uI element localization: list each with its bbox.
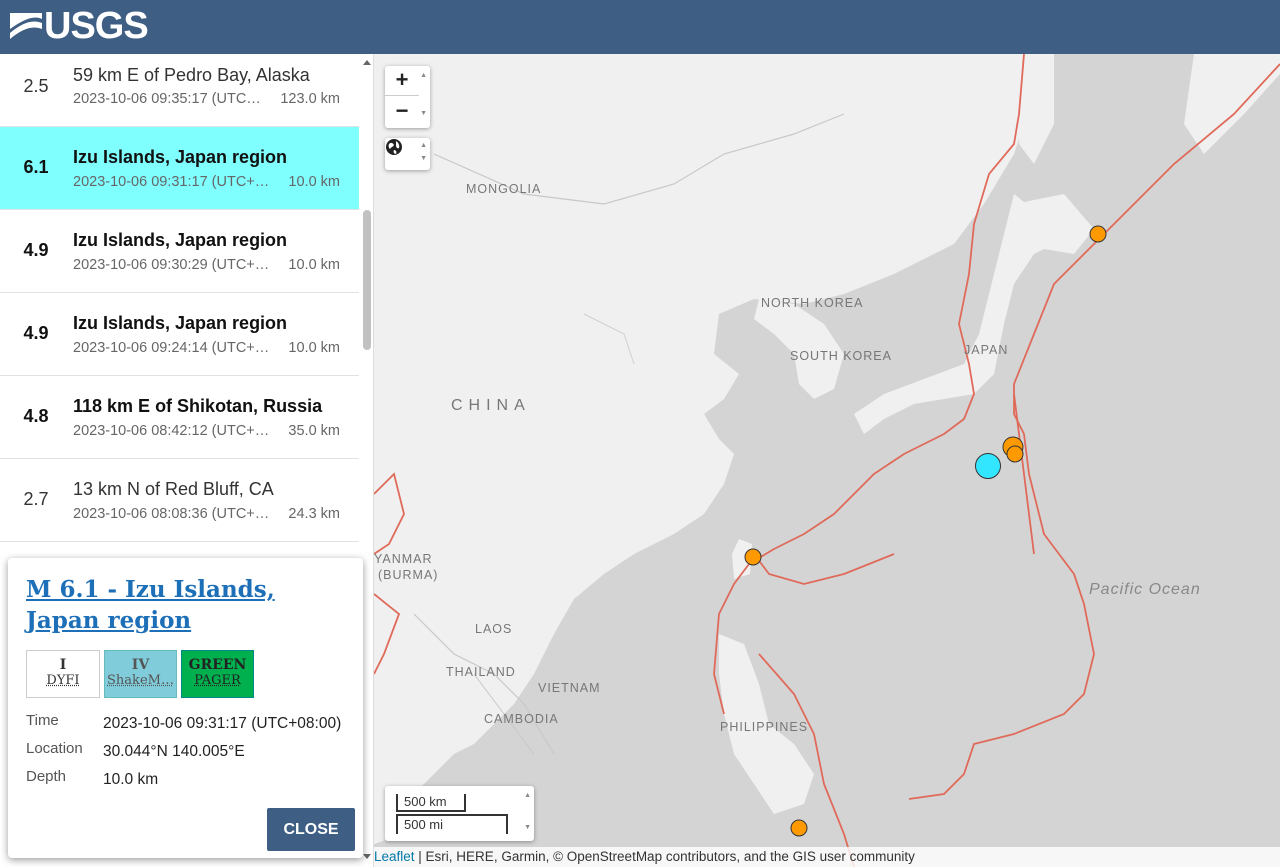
place: 13 km N of Red Bluff, CA	[73, 479, 274, 499]
leaflet-link[interactable]: Leaflet	[374, 849, 415, 864]
place: 118 km E of Shikotan, Russia	[73, 396, 323, 416]
mini-up-arrow-icon: ▲	[420, 72, 427, 79]
scale-control: 500 km 500 mi ▲ ▼	[385, 786, 534, 841]
time: 2023-10-06 09:31:17 (UTC+…	[73, 174, 270, 190]
depth-value: 10.0 km	[103, 771, 159, 788]
event-marker[interactable]	[790, 819, 808, 837]
scale-mi: 500 mi	[396, 814, 508, 834]
pager-level: GREEN	[188, 657, 247, 673]
dyfi-badge[interactable]: I DYFI	[26, 650, 100, 698]
shakemap-label: ShakeM…	[107, 673, 174, 688]
earthquake-list: 2.5 59 km E of Pedro Bay, Alaska 2023-10…	[0, 54, 359, 542]
list-item[interactable]: 4.8 118 km E of Shikotan, Russia 2023-10…	[0, 376, 359, 459]
scroll-up-arrow-icon[interactable]	[363, 60, 371, 65]
logo-text: USGS	[44, 4, 149, 47]
map-label-cambodia: CAMBODIA	[484, 712, 559, 726]
scale-km: 500 km	[396, 794, 466, 812]
magnitude: 6.1	[23, 157, 49, 177]
shakemap-badge[interactable]: IV ShakeM…	[104, 650, 177, 698]
magnitude: 4.8	[23, 406, 49, 426]
event-marker[interactable]	[1006, 445, 1024, 463]
scroll-down-arrow-icon[interactable]	[363, 854, 371, 859]
map-attribution: Leaflet | Esri, HERE, Garmin, © OpenStre…	[374, 847, 1280, 867]
map-label-north-korea: NORTH KOREA	[761, 296, 864, 310]
popup-title-link[interactable]: M 6.1 - Izu Islands, Japan region	[26, 574, 346, 636]
magnitude: 2.7	[23, 489, 49, 509]
mini-up-arrow-icon: ▲	[524, 792, 531, 799]
mini-down-arrow-icon: ▼	[524, 824, 531, 831]
list-item[interactable]: 2.7 13 km N of Red Bluff, CA 2023-10-06 …	[0, 459, 359, 542]
pager-label: PAGER	[194, 673, 241, 688]
layers-control[interactable]: ▲ ▼	[385, 138, 430, 170]
globe-icon	[386, 139, 402, 155]
map-view[interactable]: MONGOLIA NORTH KOREA SOUTH KOREA JAPAN C…	[374, 54, 1280, 867]
time: 2023-10-06 08:08:36 (UTC+…	[73, 506, 270, 522]
scroll-thumb[interactable]	[363, 210, 371, 350]
map-label-mongolia: MONGOLIA	[466, 182, 542, 196]
map-label-vietnam: VIETNAM	[538, 681, 601, 695]
pager-badge[interactable]: GREEN PAGER	[181, 650, 254, 698]
header-bar: USGS	[0, 0, 1280, 54]
location-value: 30.044°N 140.005°E	[103, 743, 245, 760]
place: 59 km E of Pedro Bay, Alaska	[73, 65, 310, 85]
list-item[interactable]: 4.9 Izu Islands, Japan region 2023-10-06…	[0, 293, 359, 376]
time: 2023-10-06 09:24:14 (UTC+…	[73, 340, 270, 356]
mini-down-arrow-icon: ▼	[420, 155, 427, 162]
time: 2023-10-06 09:35:17 (UTC…	[73, 91, 261, 107]
dyfi-level: I	[59, 657, 67, 673]
depth: 24.3 km	[288, 506, 340, 522]
place: Izu Islands, Japan region	[73, 147, 288, 167]
depth: 35.0 km	[288, 423, 340, 439]
time: 2023-10-06 09:30:29 (UTC+…	[73, 257, 270, 273]
depth: 123.0 km	[280, 91, 340, 107]
list-item-selected[interactable]: 6.1 Izu Islands, Japan region 2023-10-06…	[0, 127, 359, 210]
time-value: 2023-10-06 09:31:17 (UTC+08:00)	[103, 715, 342, 732]
usgs-wave-icon	[10, 13, 42, 39]
mini-up-arrow-icon: ▲	[420, 142, 427, 149]
map-label-pacific-ocean: Pacific Ocean	[1089, 581, 1201, 598]
magnitude: 4.9	[23, 240, 49, 260]
map-label-japan: JAPAN	[964, 343, 1009, 357]
depth: 10.0 km	[288, 340, 340, 356]
mini-down-arrow-icon: ▼	[420, 110, 427, 117]
magnitude: 2.5	[23, 76, 49, 96]
usgs-logo[interactable]: USGS	[10, 4, 149, 47]
dyfi-label: DYFI	[46, 673, 80, 688]
event-marker[interactable]	[1089, 225, 1107, 243]
place: Izu Islands, Japan region	[73, 230, 288, 250]
list-item[interactable]: 2.5 59 km E of Pedro Bay, Alaska 2023-10…	[0, 54, 359, 127]
zoom-in-button[interactable]: +	[385, 66, 419, 96]
map-label-thailand: THAILAND	[446, 665, 516, 679]
selected-event-marker[interactable]	[975, 453, 1001, 479]
close-button[interactable]: CLOSE	[267, 808, 355, 851]
depth: 10.0 km	[288, 257, 340, 273]
map-label-south-korea: SOUTH KOREA	[790, 349, 892, 363]
location-label: Location	[26, 740, 83, 757]
depth-label: Depth	[26, 768, 67, 785]
magnitude: 4.9	[23, 323, 49, 343]
map-canvas	[374, 54, 1280, 867]
time-label: Time	[26, 712, 59, 729]
map-label-china: CHINA	[451, 397, 531, 414]
time: 2023-10-06 08:42:12 (UTC+…	[73, 423, 270, 439]
zoom-control: + − ▲ ▼	[385, 66, 430, 128]
attribution-text: | Esri, HERE, Garmin, © OpenStreetMap co…	[414, 849, 915, 864]
zoom-out-button[interactable]: −	[385, 97, 419, 127]
list-item[interactable]: 4.9 Izu Islands, Japan region 2023-10-06…	[0, 210, 359, 293]
place: Izu Islands, Japan region	[73, 313, 288, 333]
map-label-laos: LAOS	[475, 622, 513, 636]
shakemap-level: IV	[131, 657, 150, 673]
event-marker[interactable]	[744, 548, 762, 566]
depth: 10.0 km	[288, 174, 340, 190]
event-popup: M 6.1 - Izu Islands, Japan region I DYFI…	[8, 558, 363, 858]
map-label-philippines: PHILIPPINES	[720, 720, 809, 734]
map-label-myanmar-1: YANMAR	[374, 552, 433, 566]
map-label-myanmar-2: (BURMA)	[378, 568, 439, 582]
